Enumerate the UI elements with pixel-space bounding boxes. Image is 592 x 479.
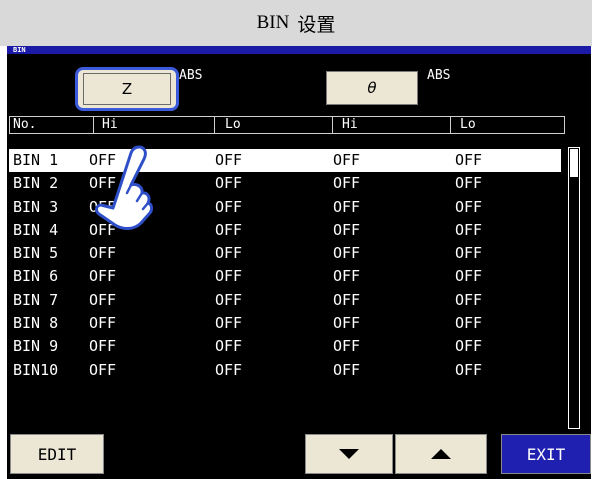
row-value: OFF	[215, 151, 243, 169]
row-value: OFF	[215, 337, 243, 356]
table-row[interactable]: BIN 2 OFF OFF OFF OFF	[9, 172, 561, 195]
row-bin-number: BIN 8	[13, 314, 59, 333]
row-value: OFF	[455, 220, 483, 239]
row-bin-number: BIN 5	[13, 244, 59, 263]
row-value: OFF	[215, 267, 243, 286]
row-bin-number: BIN 4	[13, 220, 59, 239]
row-value: OFF	[333, 244, 361, 263]
z-parameter-button[interactable]: Z	[75, 67, 179, 111]
row-value: OFF	[89, 151, 117, 169]
row-value: OFF	[215, 197, 243, 216]
table-row[interactable]: BIN 5 OFF OFF OFF OFF	[9, 242, 561, 265]
row-value: OFF	[333, 360, 361, 379]
row-value: OFF	[333, 197, 361, 216]
table-header: No. Hi Lo Hi Lo	[9, 116, 565, 134]
row-value: OFF	[215, 290, 243, 309]
header-hi-2: Hi	[342, 117, 358, 132]
scroll-down-button[interactable]	[305, 434, 393, 474]
header-divider	[93, 117, 94, 133]
instrument-screen: BIN Z ABS θ ABS No. Hi Lo Hi Lo BIN 1 OFF…	[7, 46, 591, 479]
row-bin-number: BIN 6	[13, 267, 59, 286]
header-divider	[214, 117, 215, 133]
exit-button[interactable]: EXIT	[501, 434, 591, 474]
row-value: OFF	[215, 220, 243, 239]
row-value: OFF	[215, 244, 243, 263]
header-lo-2: Lo	[460, 117, 476, 132]
arrow-up-icon	[431, 449, 451, 459]
row-bin-number: BIN 2	[13, 174, 59, 193]
row-value: OFF	[455, 360, 483, 379]
z-button-face: Z	[83, 73, 171, 105]
row-bin-number: BIN 9	[13, 337, 59, 356]
bin-settings-screen: BIN 设置 BIN Z ABS θ ABS No. Hi Lo Hi Lo B…	[0, 0, 592, 479]
theta-parameter-button[interactable]: θ	[326, 71, 418, 105]
row-value: OFF	[333, 267, 361, 286]
row-value: OFF	[455, 267, 483, 286]
screen-header: BIN	[7, 46, 591, 54]
row-bin-number: BIN10	[13, 360, 59, 379]
row-bin-number: BIN 1	[13, 151, 59, 169]
table-row[interactable]: BIN 4 OFF OFF OFF OFF	[9, 219, 561, 242]
row-bin-number: BIN 3	[13, 197, 59, 216]
row-value: OFF	[333, 314, 361, 333]
row-value: OFF	[333, 174, 361, 193]
row-value: OFF	[215, 360, 243, 379]
row-value: OFF	[89, 360, 117, 379]
row-value: OFF	[333, 290, 361, 309]
row-value: OFF	[333, 337, 361, 356]
row-value: OFF	[455, 174, 483, 193]
theta-abs-label: ABS	[427, 68, 451, 83]
row-value: OFF	[455, 197, 483, 216]
row-value: OFF	[455, 337, 483, 356]
row-value: OFF	[89, 314, 117, 333]
table-row[interactable]: BIN10 OFF OFF OFF OFF	[9, 359, 561, 382]
arrow-down-icon	[339, 449, 359, 459]
bin-table: BIN 1 OFF OFF OFF OFF BIN 2 OFF OFF OFF OFF BIN 3 O…	[9, 149, 561, 382]
table-scrollbar[interactable]	[568, 147, 580, 429]
scroll-up-button[interactable]	[395, 434, 487, 474]
table-row[interactable]: BIN 9 OFF OFF OFF OFF	[9, 335, 561, 358]
row-value: OFF	[89, 290, 117, 309]
row-value: OFF	[89, 197, 117, 216]
row-value: OFF	[215, 174, 243, 193]
row-value: OFF	[455, 244, 483, 263]
header-divider	[332, 117, 333, 133]
scrollbar-thumb[interactable]	[570, 149, 578, 177]
edit-button[interactable]: EDIT	[10, 434, 104, 474]
row-value: OFF	[89, 267, 117, 286]
row-value: OFF	[89, 174, 117, 193]
row-value: OFF	[455, 151, 483, 169]
header-lo-1: Lo	[225, 117, 241, 132]
z-abs-label: ABS	[179, 68, 203, 83]
row-bin-number: BIN 7	[13, 290, 59, 309]
header-no: No.	[13, 117, 37, 132]
row-value: OFF	[89, 220, 117, 239]
row-value: OFF	[455, 314, 483, 333]
header-divider	[450, 117, 451, 133]
row-value: OFF	[333, 151, 361, 169]
row-value: OFF	[333, 220, 361, 239]
row-value: OFF	[89, 337, 117, 356]
table-row[interactable]: BIN 1 OFF OFF OFF OFF	[9, 149, 561, 173]
page-title: BIN 设置	[0, 0, 592, 46]
table-row[interactable]: BIN 3 OFF OFF OFF OFF	[9, 196, 561, 219]
row-value: OFF	[455, 290, 483, 309]
row-value: OFF	[89, 244, 117, 263]
table-row[interactable]: BIN 7 OFF OFF OFF OFF	[9, 289, 561, 312]
title-text: BIN	[256, 12, 290, 33]
header-hi-1: Hi	[102, 117, 118, 132]
table-row[interactable]: BIN 6 OFF OFF OFF OFF	[9, 265, 561, 288]
row-value: OFF	[215, 314, 243, 333]
table-row[interactable]: BIN 8 OFF OFF OFF OFF	[9, 312, 561, 335]
title-subtitle: 设置	[297, 14, 336, 36]
